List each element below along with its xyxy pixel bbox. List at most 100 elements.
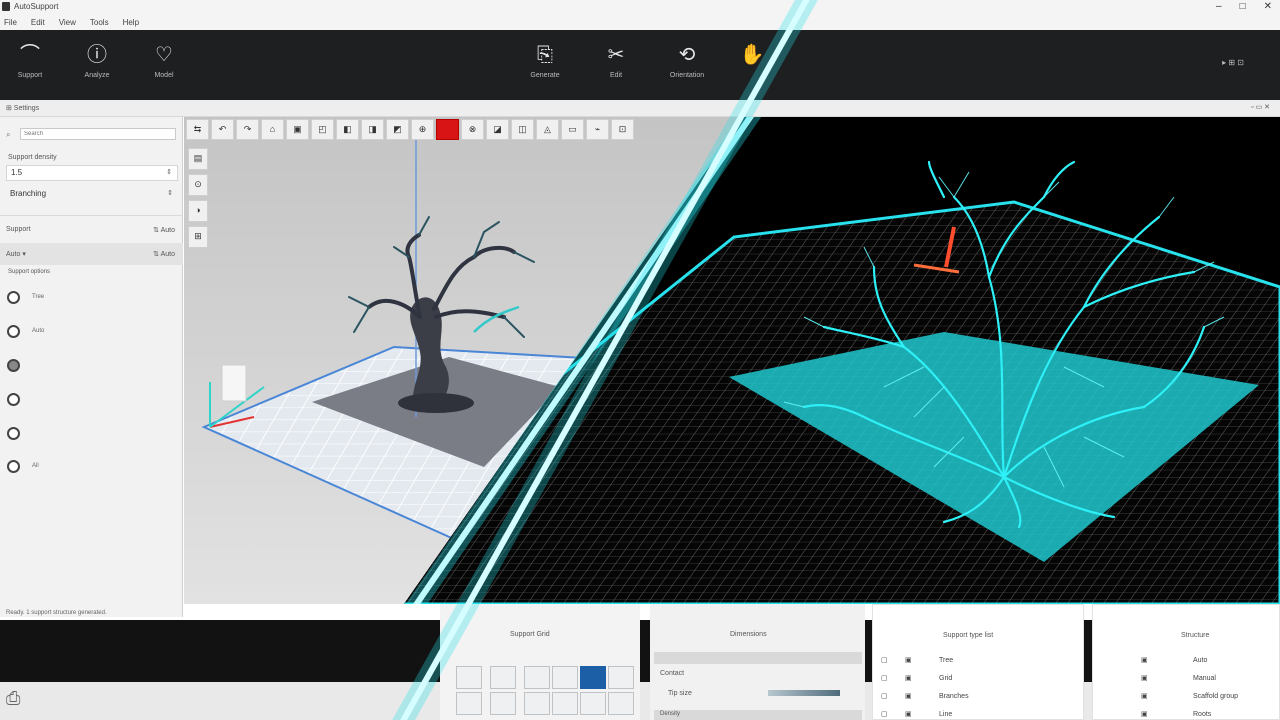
export-icon[interactable]: ⎙ [6,688,28,712]
grid-cell[interactable] [524,692,550,715]
structure-title: Structure [1181,632,1210,639]
vp-side-tool-4[interactable]: ⊞ [188,226,208,248]
options-label: Support options [8,269,51,275]
list-item-label: Branches [939,693,969,700]
radio-tree[interactable] [7,291,20,304]
list-item-label: Grid [939,675,953,682]
grid-cell[interactable] [608,692,634,715]
vp-tool-14[interactable]: ◫ [511,119,534,140]
search-box: ⌕ [6,126,176,142]
vp-tool-16[interactable]: ▭ [561,119,584,140]
radio-option-4[interactable] [7,393,20,406]
orientation-button[interactable]: ⟲ Orientation [657,44,717,79]
vp-tool-13[interactable]: ◪ [486,119,509,140]
radio-option-5[interactable] [7,427,20,440]
analyze-label: Analyze [84,72,110,79]
vp-tool-2[interactable]: ↶ [211,119,234,140]
vp-side-tool-2[interactable]: ⊙ [188,174,208,196]
status-bar-text: Ready. 1 support structure generated. [6,610,107,616]
minimize-button[interactable]: – [1216,0,1222,14]
hand-button[interactable]: ✋ [722,44,782,72]
auto-row-label: Auto ▾ [6,251,26,258]
panel-header-strip: ⊞ Settings ▫ ▭ ✕ [0,100,1280,117]
model-button[interactable]: ♡ Model [134,44,194,79]
list-item[interactable]: ▣ Scaffold group [1093,689,1279,707]
radio-option-3[interactable] [7,359,20,372]
support-type-title: Support type list [943,632,994,639]
auto-row-control[interactable]: ⇅ Auto [153,250,175,258]
support-row[interactable]: Support ⇅ Auto [0,219,183,241]
spinner-icon[interactable]: ⇕ [167,187,173,201]
viewport-side-toolbar: ▤ ⊙ ◑ ⊞ [188,148,208,248]
support-label: Support [17,72,43,79]
density-row-label: Density [660,711,681,717]
grid-cell[interactable] [552,692,578,715]
vp-tool-5[interactable]: ▣ [286,119,309,140]
list-item[interactable]: ▢ ▣ Branches [873,689,1083,707]
density-input[interactable]: 1.5 ⇕ [6,165,178,181]
vp-tool-18[interactable]: ⊡ [611,119,634,140]
analyze-button[interactable]: ⓘ Analyze [67,44,127,79]
vp-tool-9[interactable]: ◩ [386,119,409,140]
auto-row[interactable]: Auto ▾ ⇅ Auto [0,243,183,265]
grid-cell[interactable] [580,692,606,715]
3d-viewport[interactable] [184,117,1280,604]
support-row-control[interactable]: ⇅ Auto [153,226,175,234]
branching-label: Branching [10,189,47,198]
radio-all[interactable] [7,460,20,473]
spinner-icon[interactable]: ⇕ [166,166,172,180]
menu-edit[interactable]: Edit [31,18,45,27]
vp-tool-12[interactable]: ⊗ [461,119,484,140]
list-item-label: Tree [939,657,954,664]
list-item[interactable]: ▢ ▣ Tree [873,653,1083,671]
menu-tools[interactable]: Tools [90,18,109,27]
vp-tool-6[interactable]: ◰ [311,119,334,140]
vp-tool-7[interactable]: ◧ [336,119,359,140]
settings-tab[interactable]: ⊞ Settings [6,104,39,112]
list-item[interactable]: ▢ ▣ Line [873,707,1083,720]
grid-cell-selected[interactable] [580,666,606,689]
vp-tool-4[interactable]: ⌂ [261,119,284,140]
grid-cell[interactable] [608,666,634,689]
close-button[interactable]: ✕ [1264,0,1272,14]
generate-button[interactable]: ⎘ Generate [515,44,575,79]
radio-auto[interactable] [7,325,20,338]
menu-view[interactable]: View [59,18,76,27]
list-item[interactable]: ▣ Manual [1093,671,1279,689]
vp-tool-3[interactable]: ↷ [236,119,259,140]
vp-tool-15[interactable]: ◬ [536,119,559,140]
list-item-label: Manual [1193,675,1216,682]
list-item[interactable]: ▣ Auto [1093,653,1279,671]
support-button[interactable]: ⌒ Support [0,44,60,79]
vp-tool-8[interactable]: ◨ [361,119,384,140]
vp-tool-10[interactable]: ⊕ [411,119,434,140]
panel-window-controls[interactable]: ▫ ▭ ✕ [1251,103,1270,111]
search-input[interactable] [20,128,176,140]
menu-help[interactable]: Help [123,18,139,27]
grid-cell[interactable] [552,666,578,689]
grid-cell[interactable] [524,666,550,689]
support-row-label: Support [6,226,31,233]
list-item[interactable]: ▣ Roots [1093,707,1279,720]
grid-cell[interactable] [456,692,482,715]
density-label: Support density [8,154,57,161]
branching-select[interactable]: Branching ⇕ [6,187,178,203]
toolbar-right-controls[interactable]: ▸ ⊞ ⊡ [1222,58,1244,67]
grid-cell[interactable] [456,666,482,689]
grid-cell[interactable] [490,666,516,689]
edit-button[interactable]: ✂ Edit [586,44,646,79]
vp-side-tool-1[interactable]: ▤ [188,148,208,170]
contact-label: Contact [660,670,685,677]
vp-side-tool-3[interactable]: ◑ [188,200,208,222]
menu-file[interactable]: File [4,18,17,27]
maximize-button[interactable]: □ [1240,0,1246,14]
dimensions-panel: Dimensions Contact Tip size Density [650,604,865,720]
grid-cell[interactable] [490,692,516,715]
edit-label: Edit [609,72,623,79]
list-item[interactable]: ▢ ▣ Grid [873,671,1083,689]
list-item-label: Auto [1193,657,1208,664]
vp-tool-1[interactable]: ⇆ [186,119,209,140]
tip-size-slider[interactable] [768,690,840,696]
vp-tool-active[interactable] [436,119,459,140]
vp-tool-17[interactable]: ⌁ [586,119,609,140]
